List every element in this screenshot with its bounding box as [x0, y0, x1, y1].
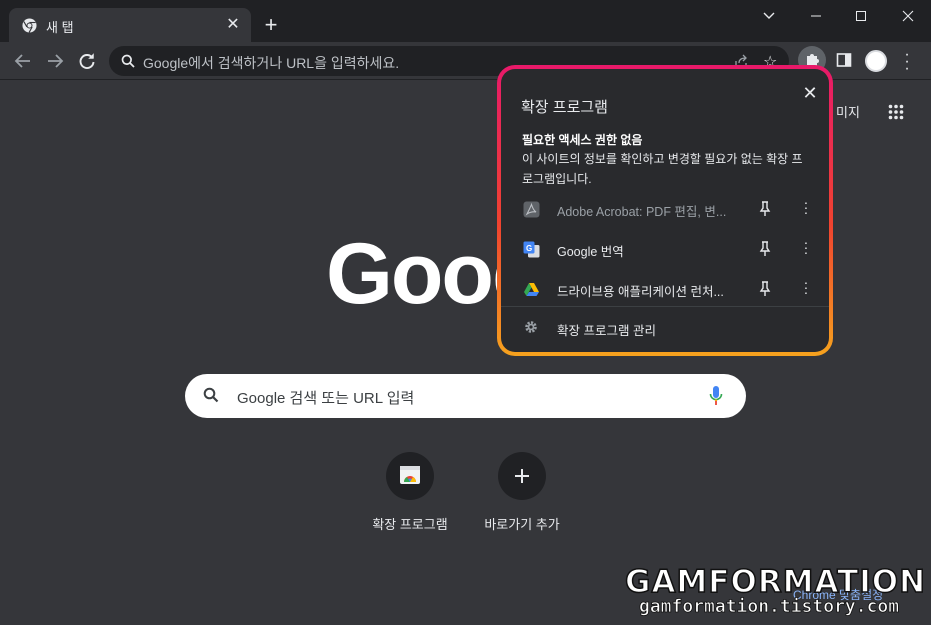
extension-row-google-translate[interactable]: G Google 번역 · · ·	[501, 231, 829, 267]
apps-grid-icon[interactable]	[888, 104, 904, 120]
title-bar: 새 탭 ✕ +	[0, 0, 931, 42]
pin-icon[interactable]	[758, 201, 772, 217]
shortcut-label: 확장 프로그램	[372, 517, 448, 532]
reload-button[interactable]	[76, 50, 98, 72]
extension-name: Adobe Acrobat: PDF 편집, 변...	[557, 205, 727, 219]
pin-icon[interactable]	[758, 281, 772, 297]
tab-new-tab[interactable]: 새 탭 ✕	[9, 8, 251, 42]
extension-name: 드라이브용 애플리케이션 런처...	[557, 285, 724, 299]
profile-avatar[interactable]	[865, 50, 887, 72]
back-button[interactable]	[12, 50, 34, 72]
google-translate-icon: G	[523, 241, 540, 258]
shortcut-tile	[386, 452, 434, 500]
forward-button[interactable]	[44, 50, 66, 72]
search-icon	[121, 54, 135, 68]
search-icon	[203, 387, 219, 403]
google-drive-icon	[524, 283, 539, 296]
ntp-search-box[interactable]: Google 검색 또는 URL 입력	[185, 374, 746, 418]
maximize-icon[interactable]	[849, 5, 873, 27]
gear-icon	[525, 321, 537, 333]
manage-extensions-button[interactable]: 확장 프로그램 관리	[501, 316, 829, 344]
more-options-icon[interactable]: · · ·	[801, 235, 811, 259]
plus-icon	[515, 469, 529, 483]
shortcut-add[interactable]: 바로가기 추가	[467, 452, 577, 533]
browser-window: 새 탭 ✕ + Google에서 검색하거나 URL을 입력하세요. ☆ · ·…	[0, 0, 931, 625]
chrome-icon	[22, 18, 37, 33]
minimize-icon[interactable]	[804, 5, 828, 27]
divider	[501, 306, 829, 307]
chrome-webstore-icon	[400, 466, 420, 484]
more-options-icon[interactable]: · · ·	[801, 275, 811, 299]
tab-title: 새 탭	[46, 20, 74, 35]
extension-row-adobe-acrobat[interactable]: Adobe Acrobat: PDF 편집, 변... · · ·	[501, 191, 829, 227]
watermark-url: gamformation.tistory.com	[639, 596, 900, 618]
side-panel-icon[interactable]	[836, 52, 852, 68]
kebab-menu-icon[interactable]: · · ·	[900, 47, 914, 77]
more-options-icon[interactable]: · · ·	[801, 195, 811, 219]
popup-section-heading: 필요한 액세스 권한 없음	[522, 133, 643, 147]
shortcut-label: 바로가기 추가	[484, 517, 560, 532]
ntp-search-placeholder: Google 검색 또는 URL 입력	[237, 390, 415, 407]
extension-row-drive-app-launcher[interactable]: 드라이브용 애플리케이션 런처... · · ·	[501, 271, 829, 307]
microphone-icon[interactable]	[709, 385, 723, 407]
close-icon[interactable]: ✕	[800, 83, 820, 104]
images-link[interactable]: 미지	[836, 102, 860, 121]
extensions-popup: 확장 프로그램 ✕ 필요한 액세스 권한 없음 이 사이트의 정보를 확인하고 …	[501, 69, 829, 352]
manage-extensions-label: 확장 프로그램 관리	[557, 324, 656, 338]
popup-title: 확장 프로그램	[521, 99, 608, 116]
close-window-icon[interactable]	[896, 5, 920, 27]
pin-icon[interactable]	[758, 241, 772, 257]
address-bar-placeholder: Google에서 검색하거나 URL을 입력하세요.	[143, 55, 400, 71]
svg-text:G: G	[526, 244, 532, 253]
shortcut-tile	[498, 452, 546, 500]
extension-name: Google 번역	[557, 245, 624, 259]
watermark-title: GAMFORMATION	[624, 563, 927, 601]
shortcut-extensions[interactable]: 확장 프로그램	[355, 452, 465, 533]
highlight-frame: 확장 프로그램 ✕ 필요한 액세스 권한 없음 이 사이트의 정보를 확인하고 …	[497, 65, 833, 356]
adobe-acrobat-icon	[523, 201, 540, 218]
popup-section-description: 이 사이트의 정보를 확인하고 변경할 필요가 없는 확장 프로그램입니다.	[522, 152, 803, 186]
new-tab-button[interactable]: +	[260, 14, 282, 36]
tab-close-icon[interactable]: ✕	[223, 15, 243, 35]
tab-search-icon[interactable]	[757, 5, 781, 27]
